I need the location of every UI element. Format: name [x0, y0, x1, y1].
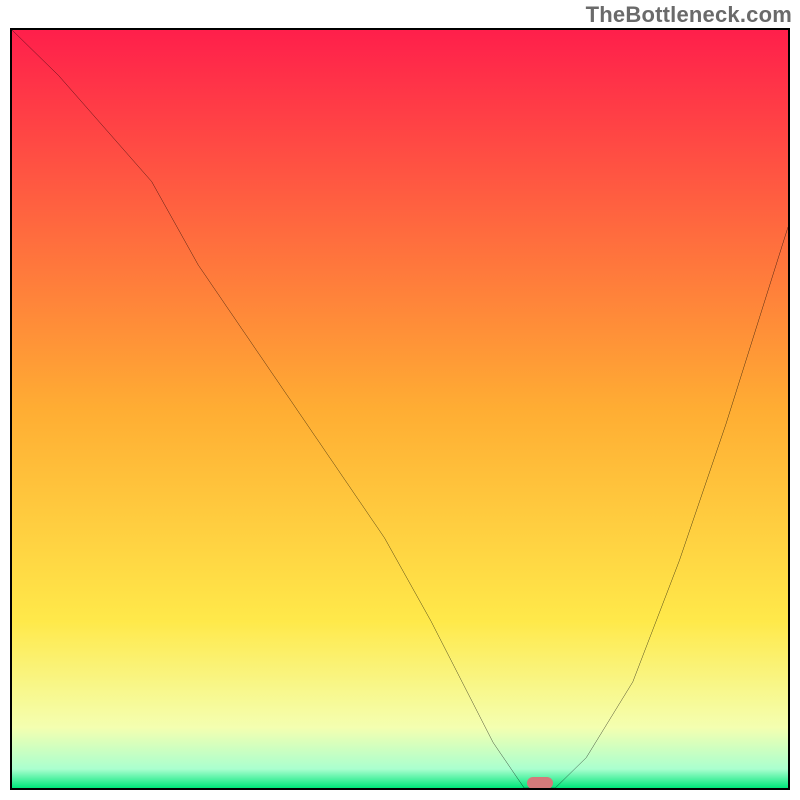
gradient-background	[12, 30, 788, 788]
watermark-text: TheBottleneck.com	[586, 2, 792, 28]
optimal-point-marker	[527, 777, 553, 789]
plot-area	[10, 28, 790, 790]
chart-frame: TheBottleneck.com	[0, 0, 800, 800]
